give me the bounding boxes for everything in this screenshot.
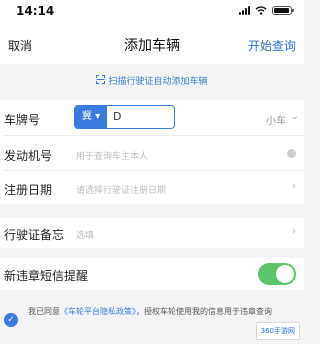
- signal-icon: [239, 6, 250, 15]
- sms-reminder-toggle[interactable]: [258, 263, 296, 285]
- engine-number-input[interactable]: 用于查询车主本人: [76, 149, 148, 162]
- toggle-knob: [276, 265, 294, 283]
- wifi-icon: [255, 6, 267, 15]
- scan-link-label: 扫描行驶证自动添加车辆: [108, 77, 208, 87]
- watermark-logo: 360手游网: [255, 322, 300, 340]
- plate-label: 车牌号: [4, 113, 41, 127]
- memo-label: 行驶证备忘: [4, 228, 65, 242]
- privacy-policy-link[interactable]: 《车轮平台隐私政策》: [60, 307, 136, 316]
- register-date-label: 注册日期: [4, 183, 53, 197]
- agreement-prefix: 我已同意: [28, 307, 60, 316]
- province-selector[interactable]: 冀 ▾: [75, 106, 107, 128]
- nav-bar: 取消 添加车辆 开始查询: [0, 26, 304, 64]
- divider: [4, 135, 304, 136]
- car-type-selector[interactable]: 小车: [266, 112, 286, 127]
- plate-number-field[interactable]: 冀 ▾ D: [74, 105, 175, 129]
- register-date-input[interactable]: 请选择行驶证注册日期: [76, 183, 166, 196]
- agree-checkbox[interactable]: ✓: [4, 313, 18, 327]
- start-query-button[interactable]: 开始查询: [248, 37, 296, 54]
- info-icon[interactable]: [287, 149, 296, 158]
- chevron-right-icon[interactable]: ›: [292, 226, 296, 237]
- chevron-down-icon[interactable]: ⌄: [291, 111, 299, 122]
- plate-number-input[interactable]: D: [113, 106, 121, 128]
- divider: [4, 170, 304, 171]
- engine-label: 发动机号: [4, 149, 53, 163]
- status-bar: 14:14: [0, 0, 304, 26]
- status-icons: [239, 6, 294, 15]
- agreement-text: 我已同意《车轮平台隐私政策》，授权车轮使用我的信息用于违章查询: [28, 306, 278, 318]
- scan-license-link[interactable]: 扫描行驶证自动添加车辆: [0, 74, 304, 87]
- battery-icon: [272, 6, 294, 15]
- status-time: 14:14: [16, 4, 55, 18]
- scan-icon: [96, 75, 106, 84]
- memo-input[interactable]: 选填: [76, 228, 94, 241]
- sms-reminder-label: 新违章短信提醒: [4, 269, 89, 283]
- chevron-right-icon[interactable]: ›: [292, 181, 296, 192]
- agreement-suffix: ，授权车轮使用我的信息用于违章查询: [136, 307, 272, 316]
